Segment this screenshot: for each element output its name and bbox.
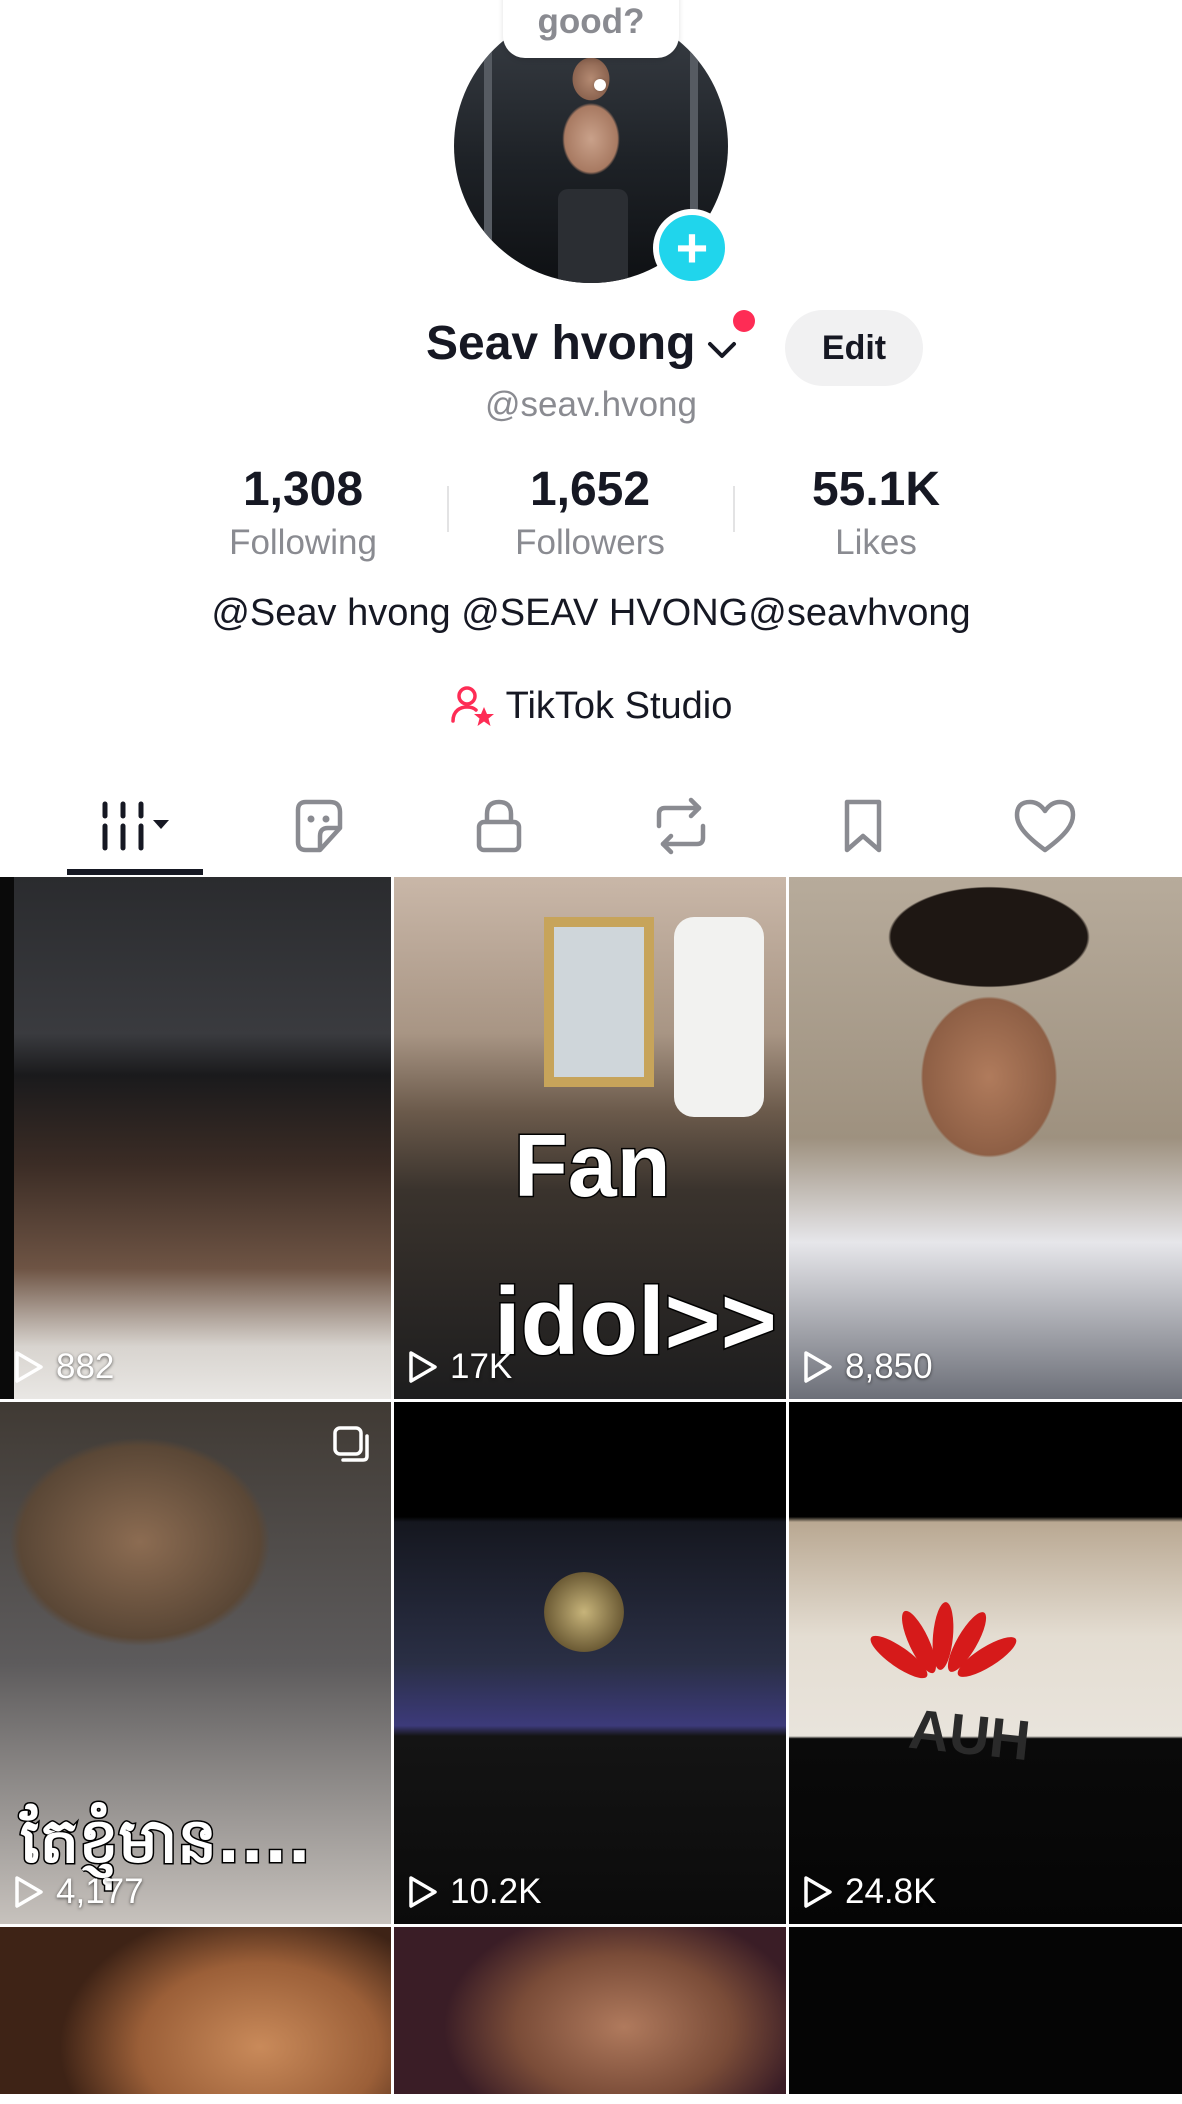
play-icon xyxy=(409,1351,437,1383)
username: @seav.hvong xyxy=(485,385,697,424)
chevron-down-icon[interactable] xyxy=(705,332,739,366)
bottom-edge xyxy=(0,2094,1182,2104)
repost-icon xyxy=(656,797,706,855)
followers-count: 1,652 xyxy=(529,463,651,516)
bookmark-icon xyxy=(844,799,882,853)
profile-bio[interactable]: @Seav hvong @SEAV HVONG@seavhvong xyxy=(0,592,1182,635)
video-tile[interactable]: តែខ្ញុំមាន.... 4,177 xyxy=(0,1402,391,1924)
play-icon xyxy=(409,1876,437,1908)
stat-divider xyxy=(447,486,449,532)
profile-tabs xyxy=(0,775,1182,877)
view-count: 24.8K xyxy=(803,1872,936,1912)
following-stat[interactable]: 1,308 Following xyxy=(183,462,423,563)
video-tile[interactable] xyxy=(394,1927,786,2104)
stat-divider xyxy=(733,486,735,532)
likes-count: 55.1K xyxy=(811,463,941,516)
play-icon xyxy=(15,1876,43,1908)
video-caption: idol>> xyxy=(493,1267,779,1377)
video-tile[interactable]: 8,850 xyxy=(789,877,1182,1399)
view-count: 10.2K xyxy=(408,1872,541,1912)
heart-icon xyxy=(1014,799,1076,853)
video-grid: 882 Fan idol>> 17K 8,850 តែខ្ញុំមាន.... … xyxy=(0,877,1182,2104)
video-tile[interactable] xyxy=(789,1927,1182,2104)
reposts-tab[interactable] xyxy=(590,775,772,877)
display-name[interactable]: Seav hvong xyxy=(426,316,695,371)
video-tile[interactable]: 882 xyxy=(0,877,391,1399)
liked-tab[interactable] xyxy=(954,775,1136,877)
view-count: 882 xyxy=(14,1347,114,1387)
play-icon xyxy=(15,1351,43,1383)
likes-stat[interactable]: 55.1K Likes xyxy=(756,462,996,563)
video-tile[interactable] xyxy=(0,1927,391,2104)
creator-star-icon xyxy=(450,686,494,726)
edit-profile-button[interactable]: Edit xyxy=(785,310,923,386)
likes-label: Likes xyxy=(835,523,917,562)
sticker-icon xyxy=(295,799,343,853)
view-count: 8,850 xyxy=(803,1347,933,1387)
name-row: Seav hvong Edit xyxy=(0,310,1182,390)
following-count: 1,308 xyxy=(242,463,364,516)
view-count: 17K xyxy=(408,1347,512,1387)
profile-stats: 1,308 Following 1,652 Followers 55.1K Li… xyxy=(0,462,1182,572)
view-count: 4,177 xyxy=(14,1872,144,1912)
plus-icon: + xyxy=(675,216,709,279)
play-icon xyxy=(804,1351,832,1383)
grid-dropdown-icon xyxy=(102,801,169,851)
favorites-tab[interactable] xyxy=(772,775,954,877)
video-tile[interactable]: AUH 24.8K xyxy=(789,1402,1182,1924)
active-tab-indicator xyxy=(67,869,203,875)
videos-tab[interactable] xyxy=(44,775,226,877)
followers-label: Followers xyxy=(515,523,665,562)
tiktok-studio-link[interactable]: TikTok Studio xyxy=(0,678,1182,734)
huawei-logo xyxy=(870,1602,1017,1679)
note-bubble-tail xyxy=(594,79,606,91)
following-label: Following xyxy=(229,523,377,562)
private-tab[interactable] xyxy=(408,775,590,877)
notification-dot xyxy=(733,310,755,332)
video-tile[interactable]: Fan idol>> 17K xyxy=(394,877,786,1399)
play-icon xyxy=(804,1876,832,1908)
lock-icon xyxy=(476,799,522,853)
note-bubble[interactable]: good? xyxy=(503,0,679,58)
followers-stat[interactable]: 1,652 Followers xyxy=(470,462,710,563)
stickers-tab[interactable] xyxy=(227,775,409,877)
video-tile[interactable]: 10.2K xyxy=(394,1402,786,1924)
multi-photo-icon xyxy=(333,1426,369,1462)
add-story-button[interactable]: + xyxy=(653,209,731,287)
video-caption: Fan xyxy=(512,1115,671,1217)
shirt-text: AUH xyxy=(906,1696,1034,1773)
